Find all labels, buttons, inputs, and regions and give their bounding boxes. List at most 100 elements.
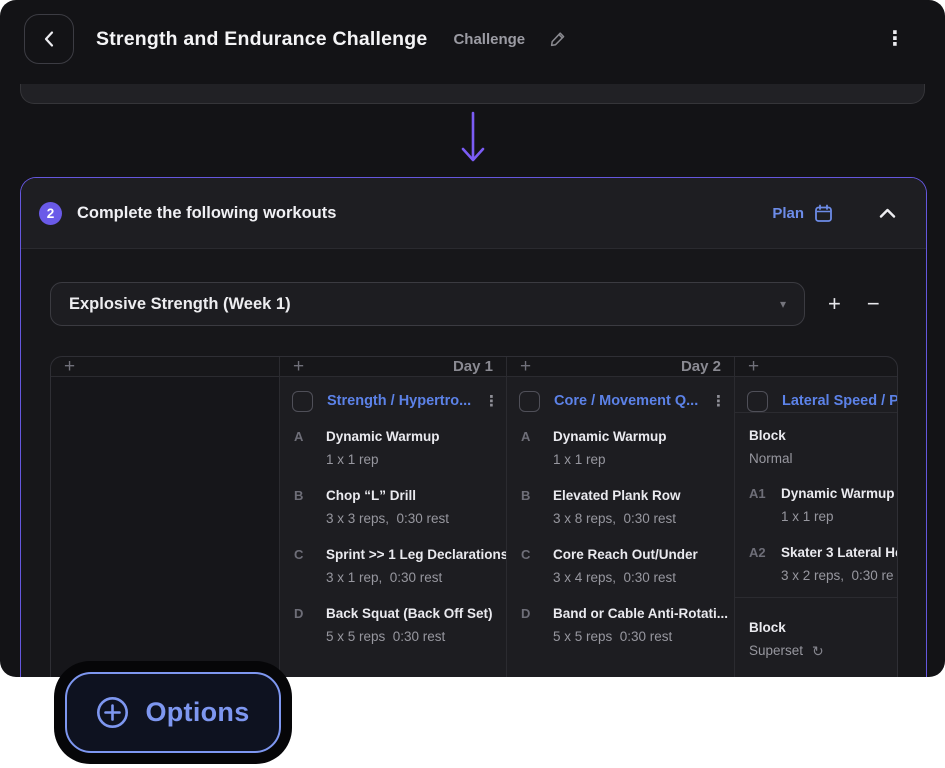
workout-menu-icon[interactable]: ⋮ bbox=[711, 394, 726, 409]
exercise-row: C Core Reach Out/Under 3 x 4 reps, 0:30 … bbox=[507, 546, 734, 587]
plan-button[interactable]: Plan bbox=[772, 204, 833, 223]
exercise-row: B Chop “L” Drill 3 x 3 reps, 0:30 rest bbox=[280, 487, 506, 528]
exercise-tag: B bbox=[521, 488, 530, 503]
exercise-row: D Band or Cable Anti-Rotati... 5 x 5 rep… bbox=[507, 605, 734, 646]
exercise-name: Band or Cable Anti-Rotati... bbox=[553, 605, 734, 623]
collapse-section-button[interactable] bbox=[879, 208, 896, 219]
board-header-cell: + bbox=[734, 357, 897, 376]
board-header-cell: + Day 2 bbox=[506, 357, 734, 376]
day-2-cell: Core / Movement Q... ⋮ A Dynamic Warmup … bbox=[506, 377, 734, 677]
exercise-tag: A1 bbox=[749, 486, 766, 501]
block-type: Superset ↻ bbox=[749, 642, 897, 660]
workout-title-link[interactable]: Strength / Hypertro... bbox=[327, 393, 478, 409]
block-header: Block Normal bbox=[735, 413, 897, 468]
day-1-cell: Strength / Hypertro... ⋮ A Dynamic Warmu… bbox=[279, 377, 506, 677]
exercise-detail: 5 x 5 reps 0:30 rest bbox=[326, 628, 506, 646]
workout-title-link[interactable]: Core / Movement Q... bbox=[554, 393, 705, 409]
block-type: Normal bbox=[749, 450, 897, 468]
add-week-button[interactable]: + bbox=[828, 293, 841, 315]
exercise-tag: B bbox=[294, 488, 303, 503]
board-body-row: Strength / Hypertro... ⋮ A Dynamic Warmu… bbox=[51, 377, 897, 677]
calendar-icon bbox=[814, 204, 833, 223]
superset-cycle-icon: ↻ bbox=[812, 642, 824, 660]
day-label: Day 1 bbox=[453, 358, 493, 375]
exercise-row: A1 Dynamic Warmup 1 x 1 rep bbox=[735, 485, 897, 526]
exercise-tag: A bbox=[521, 429, 530, 444]
page-title: Strength and Endurance Challenge bbox=[96, 28, 427, 51]
app-header: Strength and Endurance Challenge Challen… bbox=[0, 0, 945, 78]
exercise-tag: A2 bbox=[749, 545, 766, 560]
block-type-text: Superset bbox=[749, 642, 803, 660]
exercise-row: C Sprint >> 1 Leg Declarations 3 x 1 rep… bbox=[280, 546, 506, 587]
flow-down-arrow bbox=[458, 110, 488, 168]
step-panel-header: 2 Complete the following workouts Plan bbox=[21, 178, 926, 249]
back-button[interactable] bbox=[24, 14, 74, 64]
app-window: Strength and Endurance Challenge Challen… bbox=[0, 0, 945, 677]
overflow-menu-button[interactable]: ⋮ bbox=[879, 25, 911, 53]
workout-checkbox[interactable] bbox=[519, 391, 540, 412]
exercise-name: Dynamic Warmup bbox=[553, 428, 734, 446]
add-workout-icon[interactable]: + bbox=[748, 357, 759, 376]
board-header-row: + + Day 1 + Day 2 + bbox=[51, 357, 897, 377]
day-3-cell: Lateral Speed / Ply Block Normal bbox=[734, 377, 897, 677]
options-button[interactable]: Options bbox=[65, 672, 281, 753]
board-header-cell: + Day 1 bbox=[279, 357, 506, 376]
step-number-badge: 2 bbox=[39, 202, 62, 225]
workout-title-link[interactable]: Lateral Speed / Ply bbox=[782, 393, 897, 409]
exercise-detail: 5 x 5 reps 0:30 rest bbox=[553, 628, 734, 646]
block-header: Block Superset ↻ bbox=[735, 605, 897, 660]
workout-card: Core / Movement Q... ⋮ A Dynamic Warmup … bbox=[507, 377, 734, 646]
workout-week-dropdown[interactable]: Explosive Strength (Week 1) ▾ bbox=[50, 282, 805, 326]
options-button-highlight-ring: Options bbox=[54, 661, 292, 764]
exercise-name: Back Squat (Back Off Set) bbox=[326, 605, 506, 623]
screenshot-stage: Strength and Endurance Challenge Challen… bbox=[0, 0, 945, 768]
exercise-name: Core Reach Out/Under bbox=[553, 546, 734, 564]
add-workout-icon[interactable]: + bbox=[520, 357, 531, 376]
add-workout-icon[interactable]: + bbox=[293, 357, 304, 376]
chevron-up-icon bbox=[879, 208, 896, 219]
workout-menu-icon[interactable]: ⋮ bbox=[484, 394, 499, 409]
remove-week-button[interactable]: − bbox=[867, 293, 880, 315]
caret-down-icon: ▾ bbox=[780, 297, 786, 311]
exercise-name: Sprint >> 1 Leg Declarations bbox=[326, 546, 506, 564]
block-label: Block bbox=[749, 427, 897, 445]
exercise-detail: 1 x 1 rep bbox=[326, 451, 506, 469]
empty-day-cell bbox=[51, 377, 279, 677]
workout-checkbox[interactable] bbox=[292, 391, 313, 412]
exercise-detail: 3 x 1 rep, 0:30 rest bbox=[326, 569, 506, 587]
workout-card: Strength / Hypertro... ⋮ A Dynamic Warmu… bbox=[280, 377, 506, 646]
exercise-tag: D bbox=[294, 606, 303, 621]
chevron-left-icon bbox=[43, 30, 55, 48]
block-type-text: Normal bbox=[749, 450, 793, 468]
add-workout-icon[interactable]: + bbox=[64, 357, 75, 376]
exercise-row: A Dynamic Warmup 1 x 1 rep bbox=[507, 428, 734, 469]
edit-title-button[interactable] bbox=[549, 30, 567, 48]
workout-week-value: Explosive Strength (Week 1) bbox=[69, 295, 780, 314]
workout-board: + + Day 1 + Day 2 + bbox=[50, 356, 898, 677]
step-2-panel: 2 Complete the following workouts Plan bbox=[20, 177, 927, 677]
exercise-detail: 1 x 1 rep bbox=[553, 451, 734, 469]
workout-card: Lateral Speed / Ply Block Normal bbox=[735, 377, 897, 660]
exercise-detail: 3 x 3 reps, 0:30 rest bbox=[326, 510, 506, 528]
exercise-row: D Back Squat (Back Off Set) 5 x 5 reps 0… bbox=[280, 605, 506, 646]
plan-label: Plan bbox=[772, 205, 804, 222]
exercise-tag: C bbox=[521, 547, 530, 562]
block-label: Block bbox=[749, 619, 897, 637]
exercise-name: Dynamic Warmup bbox=[781, 485, 897, 503]
exercise-detail: 3 x 4 reps, 0:30 rest bbox=[553, 569, 734, 587]
board-header-cell: + bbox=[51, 357, 279, 376]
previous-step-card[interactable] bbox=[20, 84, 925, 104]
exercise-tag: A bbox=[294, 429, 303, 444]
week-selector-row: Explosive Strength (Week 1) ▾ + − bbox=[50, 282, 880, 326]
workout-checkbox[interactable] bbox=[747, 391, 768, 412]
exercise-tag: C bbox=[294, 547, 303, 562]
exercise-row: A Dynamic Warmup 1 x 1 rep bbox=[280, 428, 506, 469]
step-title: Complete the following workouts bbox=[77, 204, 336, 223]
options-button-label: Options bbox=[145, 697, 249, 728]
exercise-row: B Elevated Plank Row 3 x 8 reps, 0:30 re… bbox=[507, 487, 734, 528]
exercise-name: Dynamic Warmup bbox=[326, 428, 506, 446]
pencil-icon bbox=[549, 30, 567, 48]
exercise-name: Chop “L” Drill bbox=[326, 487, 506, 505]
exercise-row: A2 Skater 3 Lateral Ho 3 x 2 reps, 0:30 … bbox=[735, 544, 897, 585]
exercise-tag: D bbox=[521, 606, 530, 621]
